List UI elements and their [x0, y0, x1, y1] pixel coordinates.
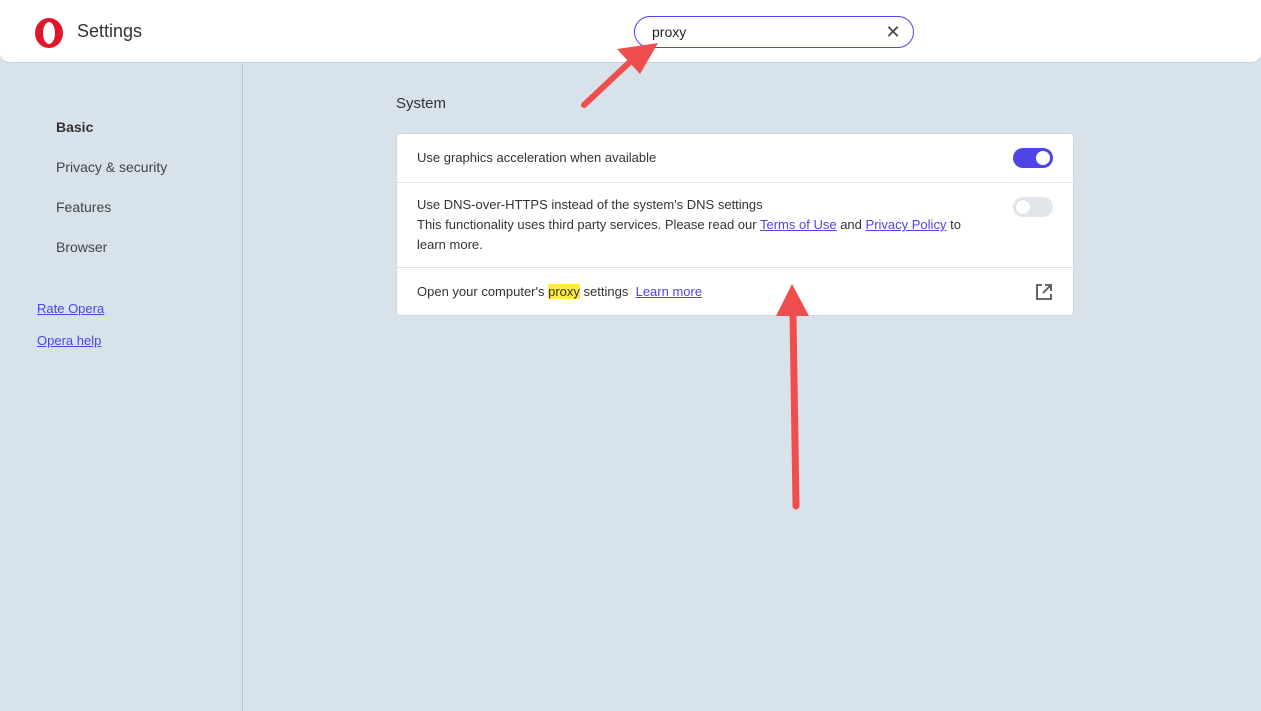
privacy-policy-link[interactable]: Privacy Policy — [866, 217, 947, 232]
toggle-knob — [1036, 151, 1050, 165]
search-input[interactable] — [652, 22, 872, 42]
sidebar-item-browser[interactable]: Browser — [56, 239, 107, 255]
search-highlight: proxy — [548, 284, 580, 299]
rate-opera-link[interactable]: Rate Opera — [37, 301, 104, 316]
clear-search-icon[interactable]: ✕ — [883, 22, 903, 42]
learn-more-link[interactable]: Learn more — [636, 284, 702, 299]
graphics-acceleration-label: Use graphics acceleration when available — [417, 150, 657, 165]
sidebar: Basic Privacy & security Features Browse… — [0, 64, 243, 711]
search-box[interactable]: ✕ — [634, 16, 914, 48]
opera-logo-icon[interactable] — [33, 17, 65, 49]
terms-of-use-link[interactable]: Terms of Use — [760, 217, 837, 232]
dns-description-and: and — [840, 217, 862, 232]
sidebar-item-features[interactable]: Features — [56, 199, 111, 215]
dns-over-https-text: Use DNS-over-HTTPS instead of the system… — [417, 195, 977, 255]
sidebar-item-basic[interactable]: Basic — [56, 119, 93, 135]
app-title: Settings — [77, 21, 143, 41]
toggle-knob — [1016, 200, 1030, 214]
section-title-system: System — [396, 95, 447, 112]
graphics-acceleration-row: Use graphics acceleration when available — [397, 134, 1073, 183]
dns-over-https-row: Use DNS-over-HTTPS instead of the system… — [397, 183, 1073, 268]
dns-over-https-title: Use DNS-over-HTTPS instead of the system… — [417, 197, 763, 212]
annotation-arrow-proxy — [776, 284, 809, 510]
dns-description-start: This functionality uses third party serv… — [417, 217, 757, 232]
system-settings-card: Use graphics acceleration when available… — [396, 133, 1074, 316]
dns-over-https-toggle[interactable] — [1013, 197, 1053, 217]
graphics-acceleration-toggle[interactable] — [1013, 148, 1053, 168]
sidebar-item-privacy-security[interactable]: Privacy & security — [56, 159, 167, 175]
proxy-text-after: settings — [583, 284, 629, 299]
opera-help-link[interactable]: Opera help — [37, 333, 101, 348]
proxy-settings-text: Open your computer's proxy settings Lear… — [417, 282, 702, 302]
proxy-settings-row[interactable]: Open your computer's proxy settings Lear… — [397, 268, 1073, 316]
external-link-icon[interactable] — [1033, 281, 1055, 303]
proxy-text-before: Open your computer's — [417, 284, 545, 299]
top-bar: Settings ✕ — [0, 0, 1261, 63]
